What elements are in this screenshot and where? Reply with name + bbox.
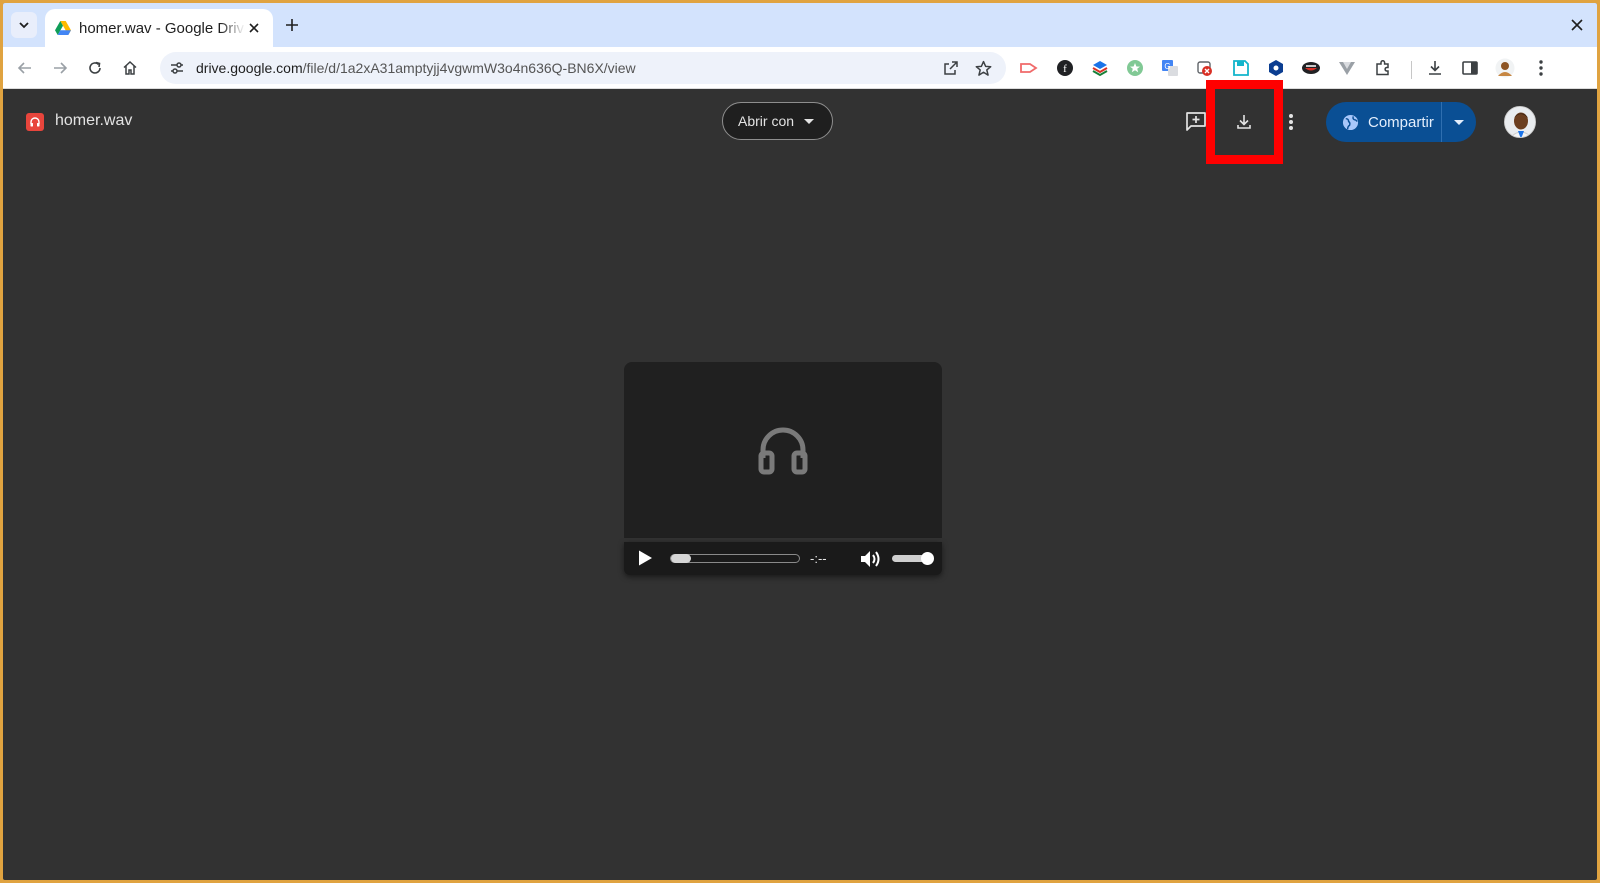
open-in-app-button[interactable] [941, 58, 961, 78]
share-button[interactable]: Compartir [1326, 102, 1442, 142]
progress-bar[interactable] [670, 554, 800, 563]
forward-button[interactable] [48, 56, 72, 80]
headphones-icon [758, 427, 808, 475]
share-button-group: Compartir [1326, 102, 1476, 142]
share-label: Compartir [1368, 113, 1434, 131]
downloads-button[interactable] [1425, 58, 1445, 78]
audio-artwork [624, 362, 942, 538]
headphones-icon [30, 117, 40, 127]
share-options-button[interactable] [1442, 119, 1476, 125]
add-comment-icon [1186, 112, 1206, 131]
url-path: /file/d/1a2xA31amptyjj4vgwmW3o4n636Q-BN6… [302, 60, 636, 76]
open-external-icon [944, 61, 958, 75]
download-highlight-box [1206, 80, 1283, 164]
mute-button[interactable] [860, 549, 882, 574]
extension-face-icon[interactable] [1301, 58, 1321, 78]
browser-window: homer.wav - Google Drive drive.google.co… [3, 3, 1597, 880]
svg-text:f: f [1063, 63, 1067, 75]
close-icon [1571, 19, 1583, 31]
viewer-header: homer.wav Abrir con Compartir [3, 80, 1597, 164]
chevron-down-icon [19, 22, 29, 29]
browser-menu-button[interactable] [1531, 58, 1551, 78]
new-tab-button[interactable] [281, 14, 303, 36]
reload-button[interactable] [83, 56, 107, 80]
avatar-photo-icon [1505, 107, 1535, 137]
extension-save-icon[interactable] [1231, 58, 1251, 78]
close-icon [249, 23, 259, 33]
extensions-puzzle-icon[interactable] [1373, 58, 1393, 78]
file-type-icon [26, 113, 44, 131]
url-host: drive.google.com [196, 60, 303, 76]
tab-strip: homer.wav - Google Drive [3, 3, 1597, 47]
bookmark-button[interactable] [973, 58, 993, 78]
plus-icon [286, 19, 298, 31]
active-tab[interactable]: homer.wav - Google Drive [45, 9, 273, 47]
progress-thumb[interactable] [671, 554, 691, 563]
svg-text:G: G [1164, 62, 1170, 71]
site-info-button[interactable] [166, 57, 188, 79]
home-icon [123, 60, 137, 75]
file-name: homer.wav [55, 112, 133, 129]
arrow-right-icon [54, 62, 68, 74]
profile-avatar-button[interactable] [1495, 58, 1515, 78]
side-panel-button[interactable] [1460, 58, 1480, 78]
caret-down-icon [1454, 119, 1464, 125]
more-vert-icon [1289, 114, 1293, 130]
profile-avatar-icon [1495, 58, 1515, 78]
extension-green-star-icon[interactable] [1125, 58, 1145, 78]
volume-icon [861, 551, 880, 567]
play-icon [639, 550, 652, 566]
tune-icon [171, 62, 183, 74]
extension-layers-icon[interactable] [1090, 58, 1110, 78]
time-display: -:-- [810, 551, 827, 566]
home-button[interactable] [118, 56, 142, 80]
extension-circle-f-icon[interactable]: f [1055, 58, 1075, 78]
toolbar-separator [1411, 61, 1412, 79]
globe-icon [1342, 114, 1359, 130]
google-drive-icon [55, 21, 71, 35]
tab-close-button[interactable] [245, 19, 263, 37]
more-actions-button[interactable] [1278, 109, 1304, 135]
play-button[interactable] [636, 549, 654, 572]
extension-v-icon[interactable] [1337, 58, 1357, 78]
volume-thumb[interactable] [921, 552, 934, 565]
caret-down-icon [804, 118, 815, 124]
extension-red-block-icon[interactable] [1195, 58, 1215, 78]
account-avatar[interactable] [1504, 106, 1536, 138]
tab-list-button[interactable] [11, 12, 37, 38]
extension-translate-icon[interactable]: G [1160, 58, 1180, 78]
open-with-label: Abrir con [738, 113, 795, 129]
download-icon [1429, 61, 1441, 75]
close-window-button[interactable] [1567, 15, 1587, 35]
back-button[interactable] [13, 56, 37, 80]
reload-icon [89, 61, 101, 74]
tab-title: homer.wav - Google Drive [79, 19, 245, 37]
open-with-button[interactable]: Abrir con [722, 102, 833, 140]
extension-pink-arrow-icon[interactable] [1019, 58, 1039, 78]
arrow-left-icon [17, 62, 31, 74]
url-text: drive.google.com/file/d/1a2xA31amptyjj4v… [196, 60, 636, 76]
side-panel-icon [1462, 61, 1478, 75]
kebab-icon [1539, 60, 1543, 76]
browser-toolbar: drive.google.com/file/d/1a2xA31amptyjj4v… [3, 47, 1597, 89]
star-icon [975, 60, 991, 76]
audio-controls: -:-- [624, 542, 942, 575]
extension-hex-icon[interactable] [1266, 58, 1286, 78]
address-bar[interactable]: drive.google.com/file/d/1a2xA31amptyjj4v… [160, 52, 1006, 84]
